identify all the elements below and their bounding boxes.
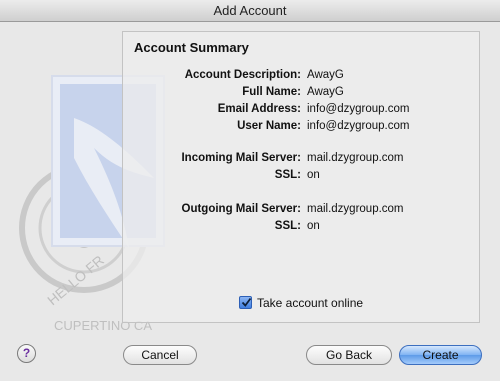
summary-row: Outgoing Mail Server: mail.dzygroup.com <box>123 203 479 219</box>
summary-row: Account Description: AwayG <box>123 69 479 85</box>
row-value: info@dzygroup.com <box>307 120 410 132</box>
row-value: info@dzygroup.com <box>307 103 410 115</box>
help-button[interactable]: ? <box>17 344 36 363</box>
row-value: mail.dzygroup.com <box>307 203 404 215</box>
go-back-button[interactable]: Go Back <box>306 345 392 365</box>
checkmark-icon <box>241 297 252 307</box>
summary-row: User Name: info@dzygroup.com <box>123 120 479 136</box>
summary-row: SSL: on <box>123 220 479 236</box>
row-value: AwayG <box>307 69 344 81</box>
summary-row: SSL: on <box>123 169 479 185</box>
row-label: Full Name: <box>242 86 301 98</box>
row-value: on <box>307 169 320 181</box>
row-label: Email Address: <box>217 103 301 115</box>
row-value: AwayG <box>307 86 344 98</box>
row-label: User Name: <box>237 120 301 132</box>
summary-row: Incoming Mail Server: mail.dzygroup.com <box>123 152 479 168</box>
summary-row: Email Address: info@dzygroup.com <box>123 103 479 119</box>
row-label: SSL: <box>274 220 301 232</box>
row-label: Account Description: <box>184 69 301 81</box>
row-value: mail.dzygroup.com <box>307 152 404 164</box>
create-button[interactable]: Create <box>399 345 482 365</box>
summary-row: Full Name: AwayG <box>123 86 479 102</box>
row-value: on <box>307 220 320 232</box>
take-online-label[interactable]: Take account online <box>257 296 363 310</box>
row-label: SSL: <box>274 169 301 181</box>
row-label: Outgoing Mail Server: <box>181 203 302 215</box>
panel-title: Account Summary <box>134 40 249 55</box>
account-summary-panel: Account Summary Account Description: Awa… <box>122 31 480 323</box>
take-online-checkbox[interactable] <box>239 296 252 309</box>
row-label: Incoming Mail Server: <box>181 152 301 164</box>
window-title: Add Account <box>0 0 500 22</box>
cancel-button[interactable]: Cancel <box>123 345 197 365</box>
